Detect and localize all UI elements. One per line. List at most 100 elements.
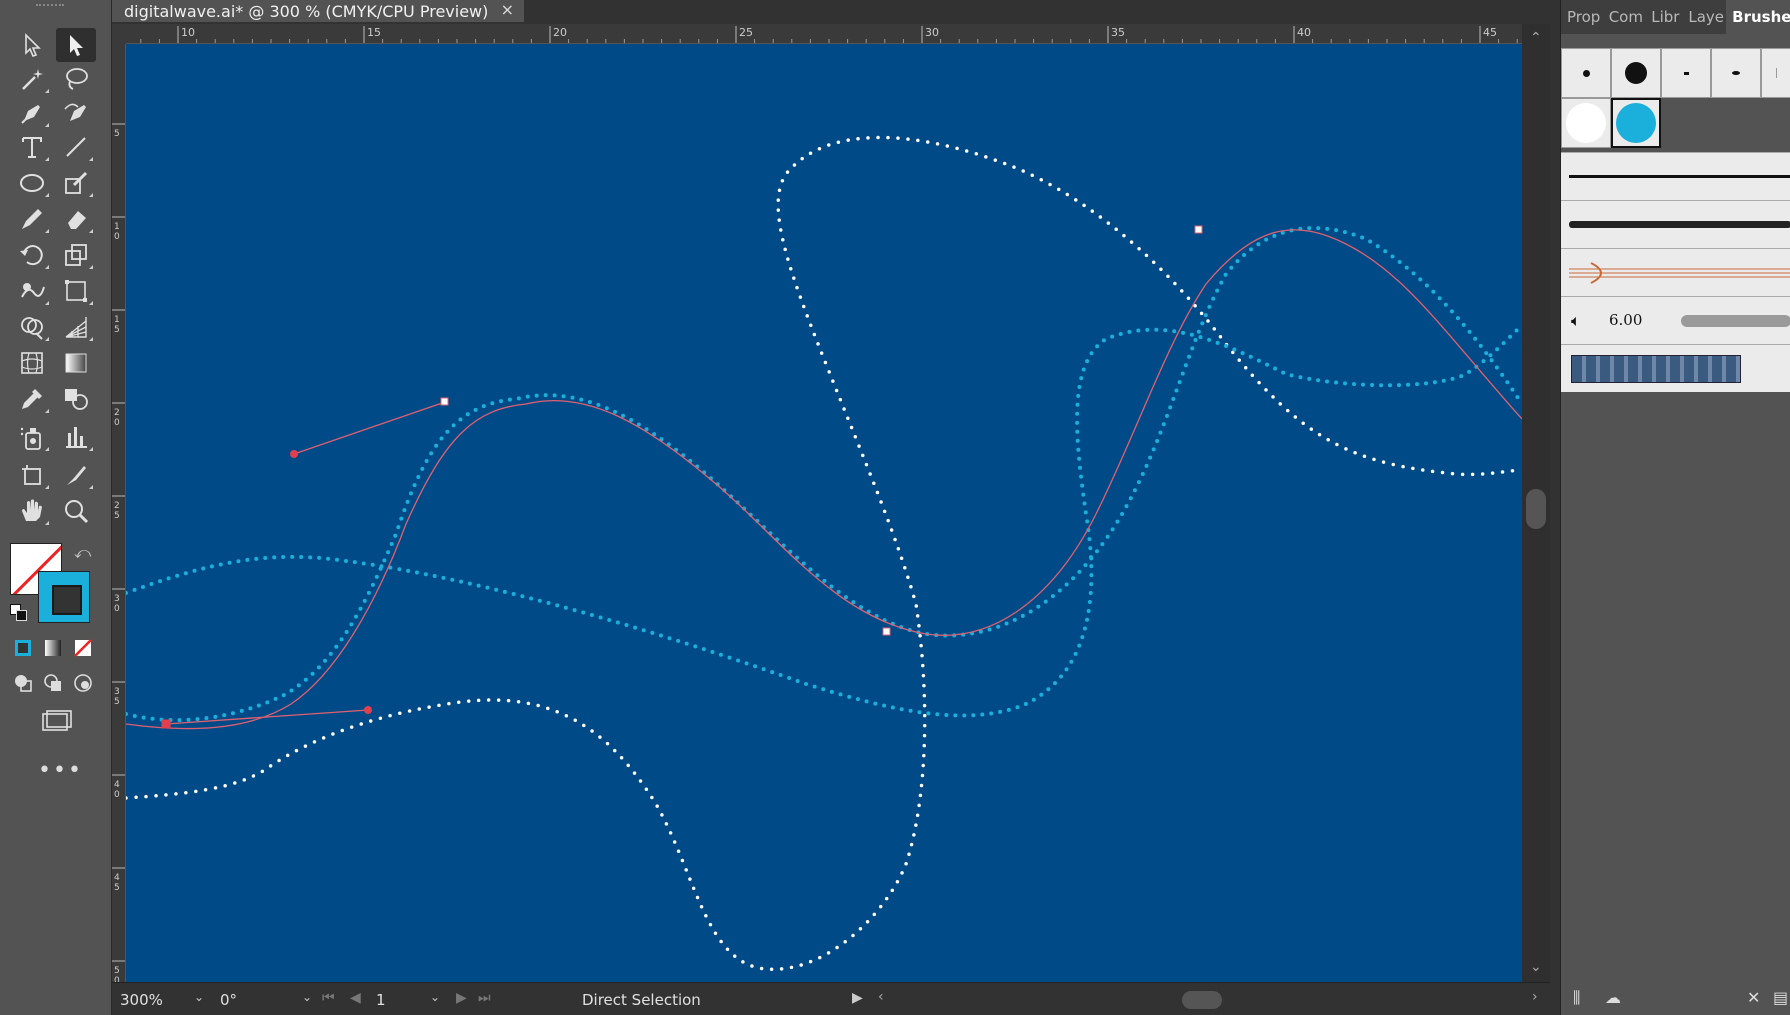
draw-inside-button[interactable] <box>72 672 94 694</box>
blend-tool-button[interactable] <box>56 382 96 416</box>
last-artboard-icon[interactable]: ⏭ <box>478 990 491 1006</box>
eraser-icon <box>68 211 86 229</box>
artboard-canvas[interactable] <box>126 44 1522 982</box>
pencil-tool-button[interactable] <box>12 202 52 236</box>
magic-wand-tool-button[interactable] <box>12 62 52 96</box>
zoom-level-field[interactable]: 300% <box>120 988 200 1012</box>
rotation-field[interactable]: 0° <box>220 988 280 1012</box>
direction-handle-line <box>165 709 369 725</box>
column-graph-tool-button[interactable] <box>56 420 96 454</box>
next-artboard-icon[interactable]: ▶ <box>456 990 467 1006</box>
gradient-mode-button[interactable] <box>42 637 64 659</box>
brush-small-dot[interactable] <box>1561 48 1611 98</box>
remove-brush-stroke-icon[interactable]: ✕ <box>1747 988 1760 1007</box>
brush-row-pattern[interactable] <box>1561 344 1790 392</box>
brush-options-icon[interactable]: ▤ <box>1773 988 1788 1007</box>
brush-row-charcoal[interactable] <box>1561 200 1790 248</box>
pen-tool-button[interactable] <box>12 96 52 130</box>
scroll-right-icon[interactable]: › <box>1532 989 1538 1005</box>
brush-white-dot[interactable] <box>1561 98 1611 148</box>
libraries-panel-icon[interactable]: ☁ <box>1605 988 1621 1007</box>
color-mode-button[interactable] <box>12 637 34 659</box>
lasso-tool-button[interactable] <box>56 62 96 96</box>
rotate-tool-button[interactable] <box>12 238 52 272</box>
artboard-dropdown-chevron-icon[interactable]: ⌄ <box>430 990 440 1004</box>
anchor-point <box>440 397 449 406</box>
vertical-ruler[interactable]: 5101520253035404550 <box>112 44 126 982</box>
stroke-swatch[interactable] <box>38 571 90 623</box>
brush-cyan-dot-selected[interactable] <box>1611 98 1661 148</box>
previous-artboard-icon[interactable]: ◀ <box>350 990 361 1006</box>
brush-dash[interactable] <box>1661 48 1711 98</box>
lasso-icon <box>66 68 88 90</box>
draw-normal-button[interactable] <box>12 672 34 694</box>
status-menu-arrow-icon[interactable]: ▶ <box>852 990 863 1006</box>
brush-thin[interactable] <box>1761 48 1790 98</box>
line-segment-tool-button[interactable] <box>56 130 96 164</box>
default-fill-stroke-icon[interactable] <box>10 604 28 622</box>
draw-behind-button[interactable] <box>42 672 64 694</box>
brush-large-dot[interactable] <box>1611 48 1661 98</box>
tab-properties[interactable]: Prop <box>1561 0 1603 34</box>
ruler-origin[interactable] <box>112 24 126 44</box>
ellipse-tool-button[interactable] <box>12 166 52 200</box>
document-tab-title: digitalwave.ai* @ 300 % (CMYK/CPU Previe… <box>124 1 489 21</box>
tab-brushes[interactable]: Brushe <box>1726 0 1790 34</box>
free-transform-tool-button[interactable] <box>56 274 96 308</box>
draw-normal-icon <box>15 675 32 692</box>
direct-selection-tool-button[interactable] <box>56 28 96 62</box>
rotation-dropdown-chevron-icon[interactable]: ⌄ <box>302 990 312 1004</box>
tab-layers[interactable]: Laye <box>1682 0 1726 34</box>
hand-tool-button[interactable] <box>12 494 52 528</box>
ruler-label: 5 <box>114 697 120 707</box>
horizontal-scroll-thumb[interactable] <box>1182 991 1222 1009</box>
symbol-sprayer-tool-button[interactable] <box>12 420 52 454</box>
vertical-scrollbar[interactable]: ⌃ ⌄ <box>1522 24 1550 982</box>
edit-toolbar-button[interactable]: ••• <box>38 758 83 783</box>
toolbar-grip[interactable] <box>36 4 64 10</box>
artboard-number-field[interactable]: 1 <box>376 988 426 1012</box>
swap-fill-stroke-icon[interactable]: ⤺ <box>74 543 91 563</box>
gradient-square-icon <box>45 640 61 656</box>
warp-tool-button[interactable] <box>12 274 52 308</box>
mesh-tool-button[interactable] <box>12 346 52 380</box>
scroll-up-icon[interactable]: ⌃ <box>1530 30 1542 46</box>
none-mode-button[interactable] <box>72 637 94 659</box>
selection-tool-button[interactable] <box>12 28 52 62</box>
brush-row-size[interactable]: 🔈︎ 6.00 <box>1561 296 1790 344</box>
zoom-dropdown-chevron-icon[interactable]: ⌄ <box>194 990 204 1004</box>
tab-libraries[interactable]: Libr <box>1645 0 1682 34</box>
gradient-tool-button[interactable] <box>56 346 96 380</box>
brush-oval[interactable] <box>1711 48 1761 98</box>
horizontal-ruler[interactable]: 101520253035404550556065707580 <box>126 24 1522 44</box>
scroll-left-icon[interactable]: ‹ <box>878 989 884 1005</box>
first-artboard-icon[interactable]: ⏮ <box>322 990 335 1006</box>
document-tab[interactable]: digitalwave.ai* @ 300 % (CMYK/CPU Previe… <box>112 0 524 22</box>
perspective-grid-tool-button[interactable] <box>56 310 96 344</box>
eyedropper-tool-button[interactable] <box>12 382 52 416</box>
vertical-scroll-thumb[interactable] <box>1526 489 1546 529</box>
magic-wand-icon <box>22 69 43 90</box>
horizontal-scrollbar[interactable]: ‹ › <box>872 983 1550 1015</box>
curvature-tool-button[interactable] <box>56 96 96 130</box>
type-tool-button[interactable] <box>12 130 52 164</box>
brush-row-basic[interactable] <box>1561 152 1790 200</box>
close-tab-icon[interactable]: × <box>501 0 514 19</box>
scroll-down-icon[interactable]: ⌄ <box>1530 959 1542 975</box>
screen-mode-button[interactable] <box>34 705 78 739</box>
column-graph-icon <box>66 427 87 448</box>
artwork[interactable] <box>126 44 1522 982</box>
type-icon <box>22 137 42 158</box>
rotation-value: 0° <box>220 991 238 1009</box>
tab-comments[interactable]: Com <box>1603 0 1646 34</box>
scale-tool-button[interactable] <box>56 238 96 272</box>
slice-tool-button[interactable] <box>56 458 96 492</box>
brush-libraries-menu-icon[interactable]: ⫼ <box>1573 988 1580 1008</box>
paintbrush-tool-button[interactable] <box>56 166 96 200</box>
brush-row-arrow[interactable] <box>1561 248 1790 296</box>
zoom-tool-button[interactable] <box>56 494 96 528</box>
tools-panel: ⤺ ••• <box>0 0 112 1015</box>
artboard-tool-button[interactable] <box>12 458 52 492</box>
eraser-tool-button[interactable] <box>56 202 96 236</box>
shape-builder-tool-button[interactable] <box>12 310 52 344</box>
